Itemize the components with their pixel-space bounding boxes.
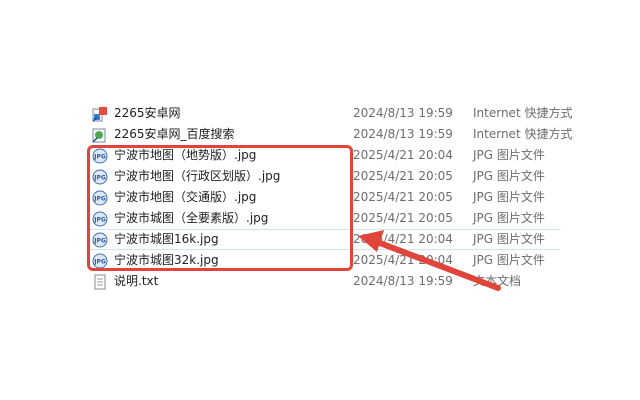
file-type: 文本文档 <box>473 274 522 288</box>
file-row[interactable]: 2265安卓网 2024/8/13 19:59 Internet 快捷方式 <box>88 103 572 124</box>
file-date: 2024/8/13 19:59 <box>353 274 453 288</box>
file-date: 2025/4/21 20:05 <box>353 169 453 183</box>
file-name: 说明.txt <box>114 274 159 288</box>
file-type: JPG 图片文件 <box>473 253 545 267</box>
file-name: 宁波市城图32k.jpg <box>114 253 219 267</box>
text-file-icon <box>94 274 106 290</box>
file-row[interactable]: JPG 宁波市城图（全要素版）.jpg 2025/4/21 20:05 JPG … <box>88 208 560 229</box>
file-row[interactable]: 2265安卓网_百度搜索 2024/8/13 19:59 Internet 快捷… <box>88 124 572 145</box>
file-name: 2265安卓网 <box>114 106 181 120</box>
internet-shortcut-icon <box>92 107 107 122</box>
svg-text:JPG: JPG <box>93 217 106 224</box>
file-date: 2024/8/13 19:59 <box>353 127 453 141</box>
file-type: JPG 图片文件 <box>473 190 545 204</box>
internet-shortcut-icon <box>92 128 106 143</box>
file-name: 宁波市地图（行政区划版）.jpg <box>114 169 281 183</box>
file-row[interactable]: JPG 宁波市地图（行政区划版）.jpg 2025/4/21 20:05 JPG… <box>88 166 560 187</box>
file-date: 2025/4/21 20:04 <box>353 148 453 162</box>
svg-text:JPG: JPG <box>93 259 106 266</box>
jpg-file-icon: JPG <box>92 253 108 269</box>
file-type: Internet 快捷方式 <box>473 106 573 120</box>
file-name: 宁波市城图16k.jpg <box>114 232 219 246</box>
file-name: 宁波市地图（地势版）.jpg <box>114 148 257 162</box>
file-date: 2024/8/13 19:59 <box>353 106 453 120</box>
file-type: JPG 图片文件 <box>473 169 545 183</box>
file-type: JPG 图片文件 <box>473 211 545 225</box>
jpg-file-icon: JPG <box>92 148 108 164</box>
file-date: 2025/4/21 20:05 <box>353 190 453 204</box>
file-type: JPG 图片文件 <box>473 148 545 162</box>
svg-text:JPG: JPG <box>93 196 106 203</box>
file-row[interactable]: JPG 宁波市城图32k.jpg 2025/4/21 20:04 JPG 图片文… <box>88 250 560 271</box>
file-date: 2025/4/21 20:04 <box>353 253 453 267</box>
file-list: 2265安卓网 2024/8/13 19:59 Internet 快捷方式 22… <box>0 0 640 400</box>
file-name: 宁波市城图（全要素版）.jpg <box>114 211 269 225</box>
jpg-file-icon: JPG <box>92 190 108 206</box>
file-date: 2025/4/21 20:05 <box>353 211 453 225</box>
file-name: 宁波市地图（交通版）.jpg <box>114 190 257 204</box>
jpg-file-icon: JPG <box>92 169 108 185</box>
file-row-selected[interactable]: JPG 宁波市城图16k.jpg 2025/4/21 20:04 JPG 图片文… <box>88 229 560 250</box>
file-row[interactable]: JPG 宁波市地图（地势版）.jpg 2025/4/21 20:04 JPG 图… <box>88 145 560 166</box>
file-date: 2025/4/21 20:04 <box>353 232 453 246</box>
svg-text:JPG: JPG <box>93 175 106 182</box>
svg-text:JPG: JPG <box>93 154 106 161</box>
jpg-file-icon: JPG <box>92 232 108 248</box>
file-row[interactable]: 说明.txt 2024/8/13 19:59 文本文档 <box>88 271 560 292</box>
file-name: 2265安卓网_百度搜索 <box>114 127 235 141</box>
file-type: Internet 快捷方式 <box>473 127 573 141</box>
jpg-file-icon: JPG <box>92 211 108 227</box>
file-type: JPG 图片文件 <box>473 232 545 246</box>
svg-text:JPG: JPG <box>93 238 106 245</box>
file-row[interactable]: JPG 宁波市地图（交通版）.jpg 2025/4/21 20:05 JPG 图… <box>88 187 560 208</box>
